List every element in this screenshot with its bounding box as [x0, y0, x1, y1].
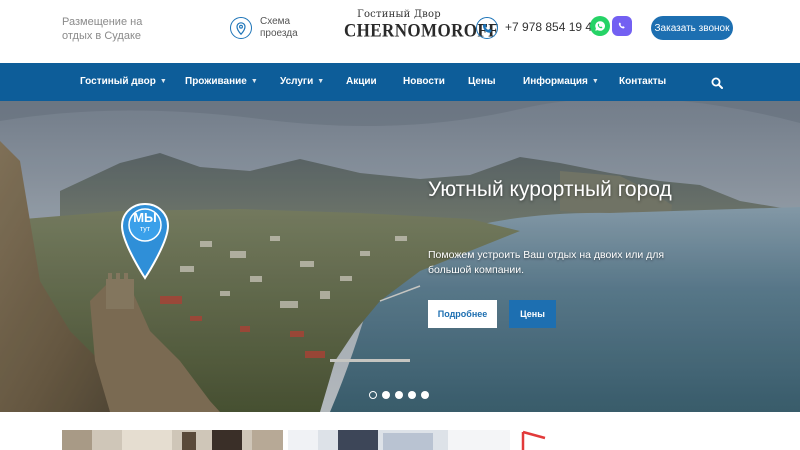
site-logo[interactable]: Гостиный Двор CHERNOMOROFF	[344, 9, 499, 41]
logo-subtitle: Гостиный Двор	[357, 9, 441, 20]
nav-item-label: Гостиный двор	[80, 76, 156, 87]
chevron-down-icon: ▼	[250, 78, 258, 85]
nav-item-label: Услуги	[280, 76, 314, 87]
nav-item-promotions[interactable]: Акции	[346, 63, 377, 101]
slider-dot-2[interactable]	[382, 391, 390, 399]
nav-item-label: Проживание	[185, 76, 247, 87]
nav-item-prices[interactable]: Цены	[468, 63, 496, 101]
viber-icon[interactable]	[612, 16, 632, 36]
slider-dot-4[interactable]	[408, 391, 416, 399]
map-pin-icon	[230, 17, 252, 39]
phone-icon	[476, 17, 498, 39]
slider-dot-1[interactable]	[369, 391, 377, 399]
phone-number-link[interactable]: +7 978 854 19 43	[505, 20, 599, 34]
nav-item-label: Информация	[523, 76, 588, 87]
nav-item-contacts[interactable]: Контакты	[619, 63, 666, 101]
feature-cards-row	[0, 412, 800, 450]
chevron-down-icon: ▼	[159, 78, 167, 85]
slider-dot-5[interactable]	[421, 391, 429, 399]
nav-item-label: Акции	[346, 76, 377, 87]
room-photo-card[interactable]	[62, 430, 283, 450]
site-header: Размещение на отдых в Судаке Схема проез…	[0, 0, 800, 63]
more-button[interactable]: Подробнее	[428, 300, 497, 328]
interior-photo-card[interactable]	[288, 430, 510, 450]
search-icon[interactable]	[711, 76, 723, 89]
nav-item-accommodation[interactable]: Проживание ▼	[185, 63, 258, 101]
chevron-down-icon: ▼	[591, 78, 599, 85]
nav-item-information[interactable]: Информация ▼	[523, 63, 599, 101]
nav-item-label: Новости	[403, 76, 445, 87]
request-call-button[interactable]: Заказать звонок	[651, 16, 733, 40]
route-map-label: Схема проезда	[260, 16, 298, 39]
nav-item-label: Контакты	[619, 76, 667, 87]
chevron-down-icon: ▼	[317, 78, 325, 85]
slider-dot-3[interactable]	[395, 391, 403, 399]
logo-title: CHERNOMOROFF	[344, 20, 499, 41]
nav-item-services[interactable]: Услуги ▼	[280, 63, 324, 101]
we-are-here-marker: МЫ тут	[119, 202, 171, 287]
site-tagline: Размещение на отдых в Судаке	[62, 16, 143, 42]
main-navigation: Гостиный двор ▼ Проживание ▼ Услуги ▼ Акции…	[0, 63, 800, 101]
hero-subtitle: Поможем устроить Ваш отдых на двоих или …	[428, 249, 665, 276]
prices-button[interactable]: Цены	[509, 300, 556, 328]
marker-sub-text: тут	[140, 226, 150, 233]
slider-pagination	[369, 391, 429, 399]
whatsapp-icon[interactable]	[590, 16, 610, 36]
nav-item-guest-house[interactable]: Гостиный двор ▼	[80, 63, 167, 101]
marker-main-text: МЫ	[133, 210, 157, 225]
hero-title: Уютный курортный город	[428, 178, 672, 201]
hero-slider: МЫ тут Уютный курортный город Поможем ус…	[0, 101, 800, 412]
nav-item-label: Цены	[468, 76, 496, 87]
route-map-link[interactable]: Схема проезда	[230, 16, 300, 40]
promo-card[interactable]	[515, 430, 737, 450]
nav-item-news[interactable]: Новости	[403, 63, 445, 101]
